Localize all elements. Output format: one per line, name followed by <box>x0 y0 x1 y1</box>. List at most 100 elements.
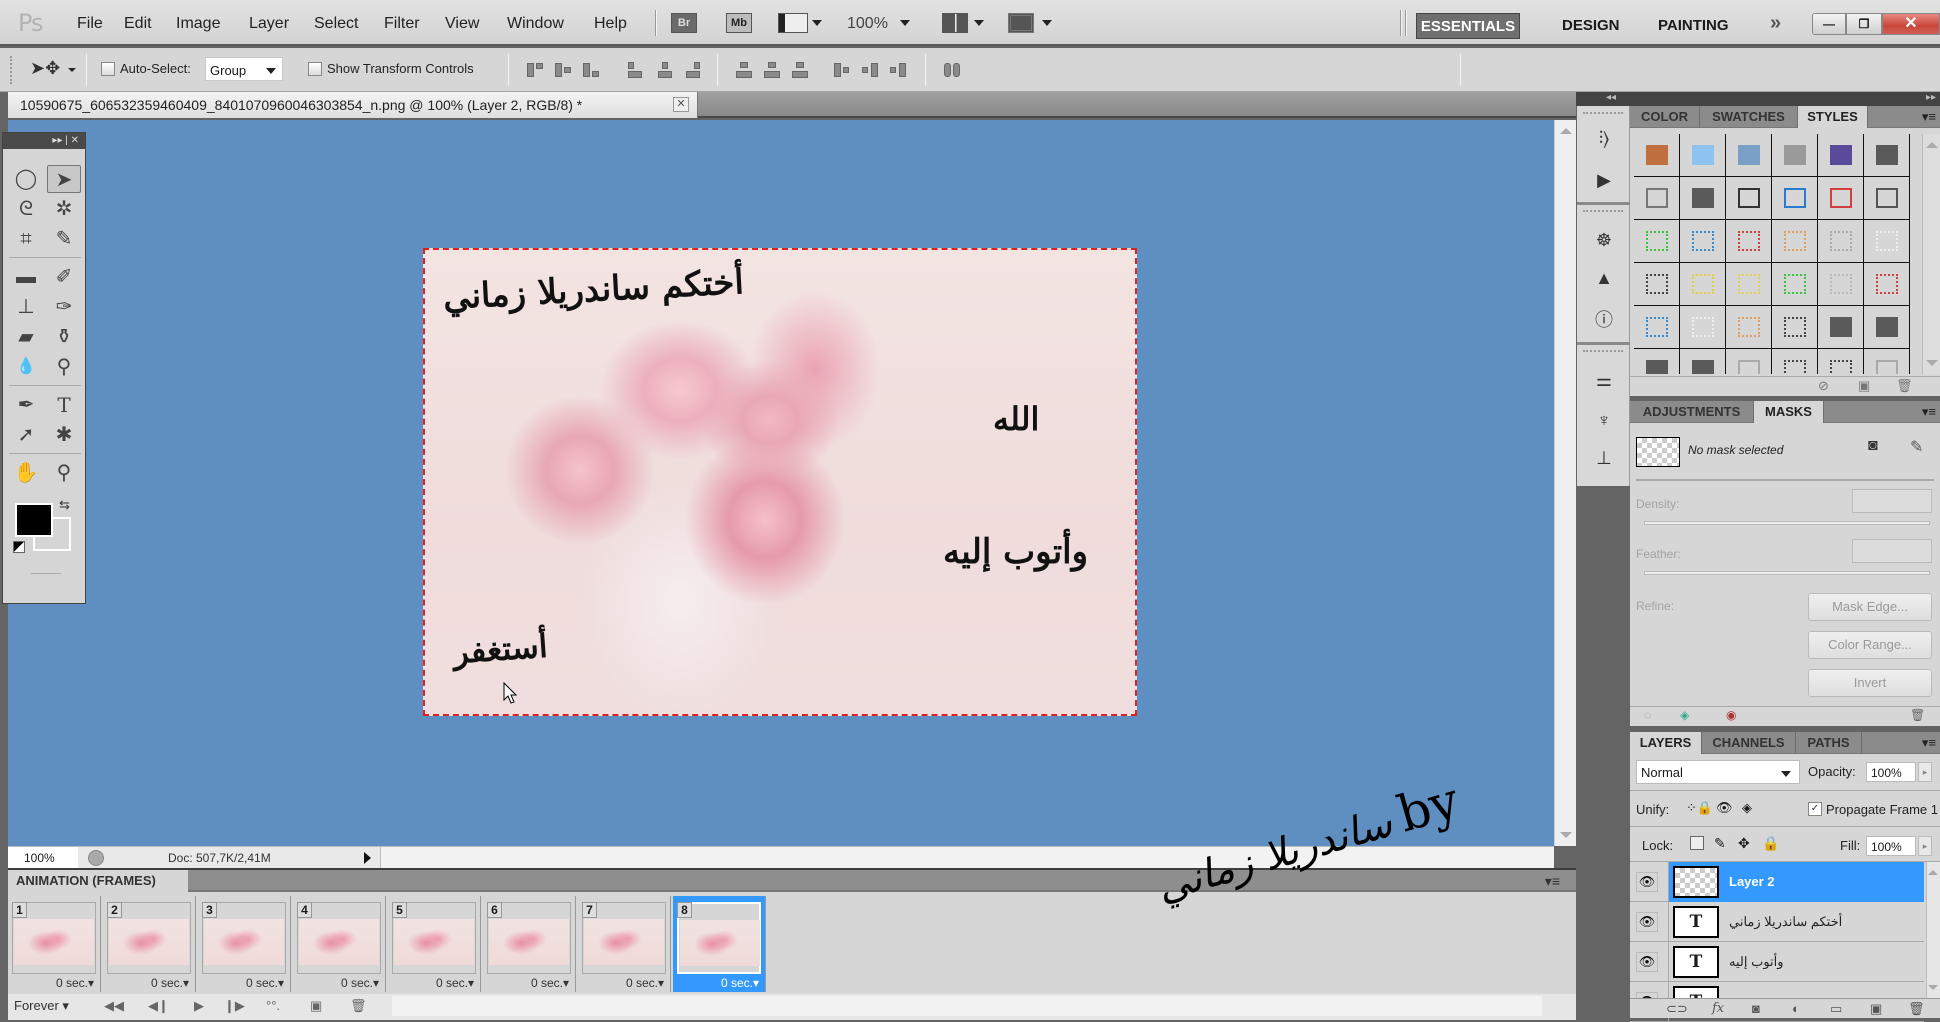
scroll-down-icon[interactable] <box>1560 832 1572 838</box>
move-tool-icon[interactable]: ➤ <box>47 165 81 193</box>
style-swatch[interactable] <box>1818 263 1864 306</box>
screen-mode-icon[interactable] <box>1008 13 1034 33</box>
workspace-painting[interactable]: PAINTING <box>1658 13 1729 39</box>
grip-handle[interactable] <box>1583 112 1623 114</box>
eraser-tool-icon[interactable]: ▰ <box>9 323 43 351</box>
style-swatch[interactable] <box>1772 263 1818 306</box>
history-brush-tool-icon[interactable]: ✑ <box>47 293 81 321</box>
tools-panel-header[interactable]: ▸▸ | ✕ <box>3 133 85 149</box>
unify-visibility-icon[interactable]: 👁 <box>1716 800 1733 816</box>
style-swatch[interactable] <box>1818 349 1864 374</box>
dock-header[interactable]: ◂◂ ▸▸ <box>1576 92 1940 106</box>
layer-name-cell[interactable]: T أختكم ساندريلا زماني <box>1668 902 1924 942</box>
chevron-down-icon[interactable] <box>1042 20 1052 26</box>
chevron-down-icon[interactable] <box>974 20 984 26</box>
swap-colors-icon[interactable]: ⇆ <box>59 497 70 513</box>
opacity-field[interactable]: 100% <box>1866 762 1916 782</box>
style-swatch[interactable] <box>1680 349 1726 374</box>
fill-slider-toggle[interactable]: ▸ <box>1918 836 1932 856</box>
pen-tool-icon[interactable]: ✒ <box>9 391 43 419</box>
close-button[interactable]: ✕ <box>1882 13 1940 35</box>
new-group-icon[interactable]: ▭ <box>1830 1001 1842 1017</box>
tab-color[interactable]: COLOR <box>1630 106 1700 128</box>
move-tool-preset-icon[interactable]: ➤✥ <box>30 58 60 79</box>
styles-scrollbar[interactable] <box>1922 134 1940 374</box>
lock-transparent-icon[interactable] <box>1690 836 1704 850</box>
dodge-tool-icon[interactable]: ⚲ <box>47 353 81 381</box>
align-left-edges-icon[interactable] <box>625 60 647 80</box>
link-layers-icon[interactable]: ⊂⊃ <box>1666 1001 1688 1017</box>
style-swatch[interactable] <box>1864 349 1910 374</box>
chevron-down-icon[interactable] <box>68 68 76 72</box>
density-slider[interactable] <box>1644 521 1930 525</box>
more-workspaces-icon[interactable]: » <box>1770 12 1781 35</box>
style-swatch[interactable] <box>1818 306 1864 349</box>
align-horizontal-centers-icon[interactable] <box>655 60 677 80</box>
lock-all-icon[interactable]: 🔒 <box>1762 835 1779 852</box>
style-swatch[interactable] <box>1818 220 1864 263</box>
new-style-icon[interactable]: ▣ <box>1858 378 1870 394</box>
animation-frame[interactable]: 4 0 sec.▾ <box>293 896 386 992</box>
align-right-edges-icon[interactable] <box>683 60 705 80</box>
menu-window[interactable]: Window <box>507 15 564 33</box>
frame-delay-dropdown[interactable]: 0 sec.▾ <box>626 976 664 990</box>
style-swatch[interactable] <box>1634 220 1680 263</box>
custom-shape-tool-icon[interactable]: ✱ <box>47 421 81 449</box>
new-layer-icon[interactable]: ▣ <box>1870 1001 1882 1017</box>
tab-styles[interactable]: STYLES <box>1798 106 1868 128</box>
path-selection-tool-icon[interactable]: ➚ <box>9 421 43 449</box>
eyedropper-tool-icon[interactable]: ✎ <box>47 225 81 253</box>
menu-view[interactable]: View <box>445 15 479 33</box>
status-zoom-field[interactable]: 100% <box>8 847 78 869</box>
tab-swatches[interactable]: SWATCHES <box>1700 106 1798 128</box>
style-swatch[interactable] <box>1864 263 1910 306</box>
scroll-down-icon[interactable] <box>1926 360 1938 366</box>
view-extras-icon[interactable] <box>778 13 808 33</box>
brush-presets-panel-icon[interactable]: ⚌ <box>1591 368 1617 392</box>
minimize-button[interactable]: — <box>1812 13 1846 35</box>
paint-bucket-tool-icon[interactable]: ⚱ <box>47 323 81 351</box>
fill-field[interactable]: 100% <box>1866 836 1916 856</box>
grip-handle[interactable] <box>10 56 12 84</box>
style-swatch[interactable] <box>1772 220 1818 263</box>
distribute-bottom-edges-icon[interactable] <box>790 60 812 80</box>
first-frame-icon[interactable]: ◀◀ <box>104 998 124 1014</box>
panel-menu-icon[interactable]: ▾≡ <box>1922 109 1936 125</box>
feather-field[interactable] <box>1852 539 1932 563</box>
healing-brush-tool-icon[interactable]: ▬ <box>9 263 43 291</box>
animation-frame[interactable]: 1 0 sec.▾ <box>8 896 101 992</box>
auto-select-dropdown[interactable]: Group <box>205 57 283 81</box>
animation-frame[interactable]: 7 0 sec.▾ <box>578 896 671 992</box>
histogram-panel-icon[interactable]: ▲ <box>1591 266 1617 290</box>
menu-file[interactable]: File <box>77 15 103 33</box>
layer-name-cell[interactable]: T وأتوب إليه <box>1668 942 1924 982</box>
tab-channels[interactable]: CHANNELS <box>1702 732 1796 754</box>
lasso-tool-icon[interactable]: ᘓ <box>9 195 43 223</box>
canvas-vertical-scrollbar[interactable] <box>1554 120 1576 846</box>
distribute-left-edges-icon[interactable] <box>832 60 854 80</box>
grip-handle[interactable] <box>1583 350 1623 352</box>
info-panel-icon[interactable]: ⓘ <box>1591 308 1617 332</box>
style-swatch[interactable] <box>1726 349 1772 374</box>
menu-help[interactable]: Help <box>594 15 627 33</box>
style-swatch[interactable] <box>1726 306 1772 349</box>
distribute-horizontal-centers-icon[interactable] <box>860 60 882 80</box>
add-mask-icon[interactable]: ◙ <box>1752 1001 1760 1016</box>
loop-options-dropdown[interactable]: Forever ▾ <box>14 998 69 1014</box>
layers-scrollbar[interactable] <box>1926 862 1940 998</box>
style-swatch[interactable] <box>1680 134 1726 177</box>
arrange-documents-icon[interactable] <box>942 13 968 33</box>
add-vector-mask-icon[interactable]: ✎ <box>1910 437 1923 457</box>
default-colors-icon[interactable] <box>13 541 25 553</box>
previous-frame-icon[interactable]: ◀❙ <box>148 998 169 1014</box>
menu-layer[interactable]: Layer <box>249 15 289 33</box>
layer-name-cell[interactable]: Layer 2 <box>1668 862 1924 902</box>
style-swatch[interactable] <box>1634 306 1680 349</box>
unify-position-icon[interactable]: ⁘🔒 <box>1686 800 1713 816</box>
tab-animation-frames[interactable]: ANIMATION (FRAMES) <box>8 870 188 892</box>
density-field[interactable] <box>1852 489 1932 513</box>
style-swatch[interactable] <box>1772 349 1818 374</box>
status-info-icon[interactable] <box>88 850 104 866</box>
animation-frame[interactable]: 5 0 sec.▾ <box>388 896 481 992</box>
invert-button[interactable]: Invert <box>1808 669 1932 697</box>
